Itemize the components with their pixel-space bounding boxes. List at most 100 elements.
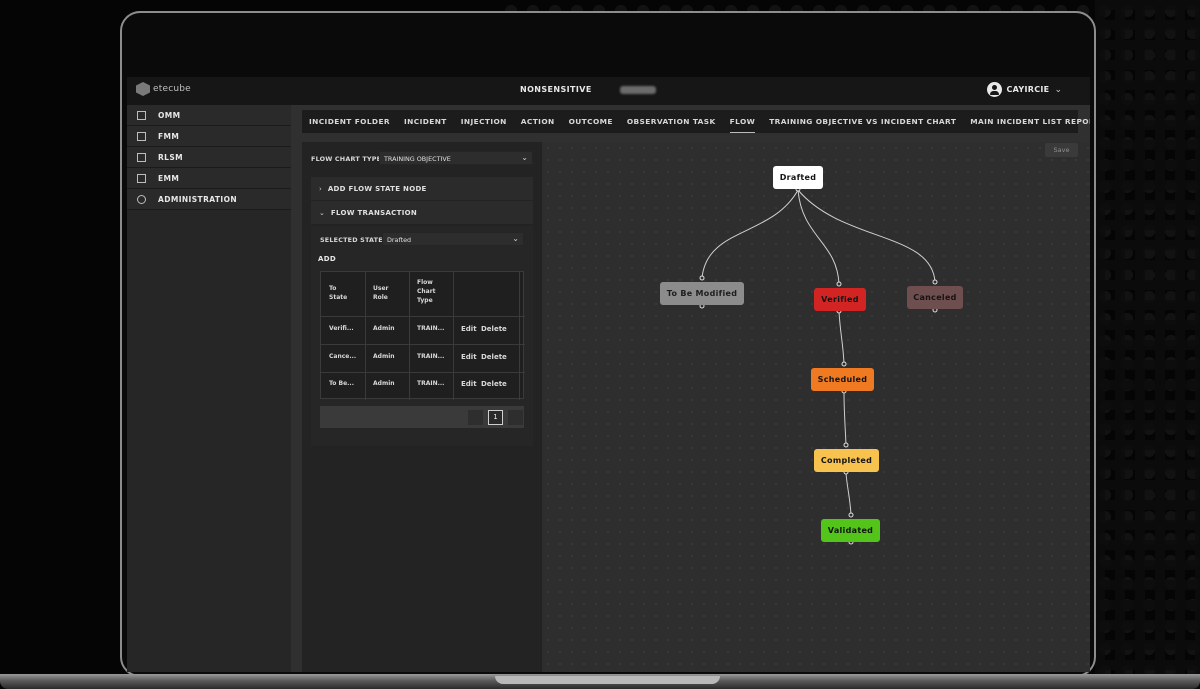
cube-icon: [137, 152, 146, 162]
edit-button[interactable]: Edit: [461, 325, 477, 334]
flow-config-panel: FLOW CHART TYPE: TRAINING OBJECTIVE ⌄ › …: [302, 142, 542, 672]
accordion-label: FLOW TRANSACTION: [330, 208, 418, 217]
node-label: To Be Modified: [666, 289, 738, 298]
sidebar-item-label: EMM: [158, 173, 180, 183]
tab-incident[interactable]: INCIDENT: [404, 117, 447, 126]
chart-type-value: TRAINING OBJECTIVE: [384, 155, 451, 163]
node-label: Drafted: [779, 173, 817, 182]
app-screen: etecube NONSENSITIVE CAYIRCIE ⌄ OMM FMM: [127, 77, 1090, 672]
edge-completed-validated: [845, 472, 852, 516]
background-pattern-right: [1095, 0, 1200, 689]
flow-node-validated[interactable]: Validated: [821, 519, 880, 542]
delete-button[interactable]: Delete: [481, 325, 507, 334]
environment-blurred-value: [620, 86, 656, 94]
chevron-down-icon: ⌄: [512, 234, 519, 243]
flow-node-scheduled[interactable]: Scheduled: [811, 368, 874, 391]
cell-user-role: Admin: [373, 353, 395, 360]
logo-text: etecube: [153, 84, 191, 94]
connector-handle: [841, 361, 847, 367]
table-header-user-role: User Role: [373, 285, 389, 301]
connector-handle: [932, 279, 938, 285]
next-page-button[interactable]: [508, 410, 523, 425]
edge-drafted-canceled: [797, 189, 936, 283]
edge-scheduled-completed: [843, 391, 847, 446]
chart-type-select[interactable]: TRAINING OBJECTIVE ⌄: [379, 151, 533, 165]
edge-verified-scheduled: [838, 310, 845, 365]
cell-to-state: To Be...: [329, 380, 354, 387]
cell-flow-chart-type: TRAIN...: [417, 380, 445, 387]
tab-flow[interactable]: FLOW: [729, 117, 756, 133]
user-name: CAYIRCIE: [1006, 85, 1050, 94]
table-divider: [453, 272, 454, 400]
sidebar-item-administration[interactable]: ADMINISTRATION: [127, 189, 291, 210]
flow-transaction-accordion[interactable]: ⌄ FLOW TRANSACTION: [311, 201, 533, 224]
cube-icon: [137, 131, 146, 141]
table-header-flow-chart-type: Flow Chart Type: [417, 279, 436, 304]
node-label: Canceled: [913, 293, 957, 302]
tab-observation-task[interactable]: OBSERVATION TASK: [627, 117, 716, 126]
edge-drafted-to-be-modified: [701, 189, 799, 279]
edit-button[interactable]: Edit: [461, 380, 477, 389]
user-avatar-icon: [986, 82, 1002, 97]
chart-type-label: FLOW CHART TYPE:: [311, 155, 384, 163]
sidebar-item-omm[interactable]: OMM: [127, 105, 291, 126]
add-flow-state-node-accordion[interactable]: › ADD FLOW STATE NODE: [311, 177, 533, 200]
pagination: 1: [320, 406, 524, 428]
page-number-button[interactable]: 1: [488, 410, 503, 425]
cell-flow-chart-type: TRAIN...: [417, 353, 445, 360]
selected-state-select[interactable]: Drafted ⌄: [382, 232, 524, 246]
transactions-table: To State User Role Flow Chart Type Verif…: [320, 271, 525, 400]
table-divider: [365, 272, 366, 400]
top-bar: etecube NONSENSITIVE CAYIRCIE ⌄: [127, 77, 1090, 105]
delete-button[interactable]: Delete: [481, 380, 507, 389]
flow-node-to-be-modified[interactable]: To Be Modified: [660, 282, 744, 305]
chevron-down-icon: ⌄: [1054, 84, 1062, 95]
edge-drafted-verified: [797, 189, 840, 285]
flow-edges: [699, 186, 938, 545]
tab-main-incident-list-report[interactable]: MAIN INCIDENT LIST REPORT: [970, 117, 1090, 126]
sidebar-item-label: FMM: [158, 131, 180, 141]
node-label: Verified: [821, 295, 859, 304]
delete-button[interactable]: Delete: [481, 353, 507, 362]
table-divider: [321, 372, 525, 373]
sidebar-item-label: ADMINISTRATION: [158, 194, 238, 204]
connector-handle: [848, 512, 854, 518]
sidebar-item-label: OMM: [158, 110, 181, 120]
prev-page-button[interactable]: [468, 410, 483, 425]
tab-bar: INCIDENT FOLDER INCIDENT INJECTION ACTIO…: [302, 110, 1090, 133]
cell-flow-chart-type: TRAIN...: [417, 325, 445, 332]
sidebar-item-emm[interactable]: EMM: [127, 168, 291, 189]
tab-incident-folder[interactable]: INCIDENT FOLDER: [309, 117, 390, 126]
connector-handle: [699, 275, 705, 281]
environment-label: NONSENSITIVE: [520, 85, 592, 94]
user-menu[interactable]: CAYIRCIE ⌄: [986, 82, 1062, 97]
sidebar-item-label: RLSM: [158, 152, 184, 162]
tab-outcome[interactable]: OUTCOME: [569, 117, 613, 126]
users-icon: [137, 194, 146, 204]
tab-action[interactable]: ACTION: [521, 117, 555, 126]
flow-node-verified[interactable]: Verified: [814, 288, 866, 311]
flow-node-drafted[interactable]: Drafted: [773, 166, 823, 189]
sidebar-item-rlsm[interactable]: RLSM: [127, 147, 291, 168]
add-button[interactable]: ADD: [318, 255, 336, 263]
tab-injection[interactable]: INJECTION: [461, 117, 507, 126]
cell-user-role: Admin: [373, 325, 395, 332]
sidebar: OMM FMM RLSM EMM ADMINISTRATION: [127, 105, 291, 672]
flow-canvas[interactable]: Save Drafted To Be Modified Verified Can…: [542, 142, 1090, 672]
flow-node-canceled[interactable]: Canceled: [907, 286, 963, 309]
node-label: Scheduled: [817, 375, 868, 384]
node-label: Completed: [820, 456, 873, 465]
table-divider: [321, 344, 525, 345]
connector-handle: [836, 281, 842, 287]
selected-state-value: Drafted: [387, 236, 412, 244]
table-divider: [321, 316, 525, 317]
node-label: Validated: [827, 526, 874, 535]
tab-training-objective-vs-incident-chart[interactable]: TRAINING OBJECTIVE VS INCIDENT CHART: [769, 117, 956, 126]
flow-node-completed[interactable]: Completed: [814, 449, 879, 472]
cell-to-state: Verifi...: [329, 325, 354, 332]
edit-button[interactable]: Edit: [461, 353, 477, 362]
app-logo[interactable]: etecube: [136, 82, 191, 96]
laptop-notch: [495, 676, 720, 684]
cell-to-state: Cance...: [329, 353, 357, 360]
sidebar-item-fmm[interactable]: FMM: [127, 126, 291, 147]
